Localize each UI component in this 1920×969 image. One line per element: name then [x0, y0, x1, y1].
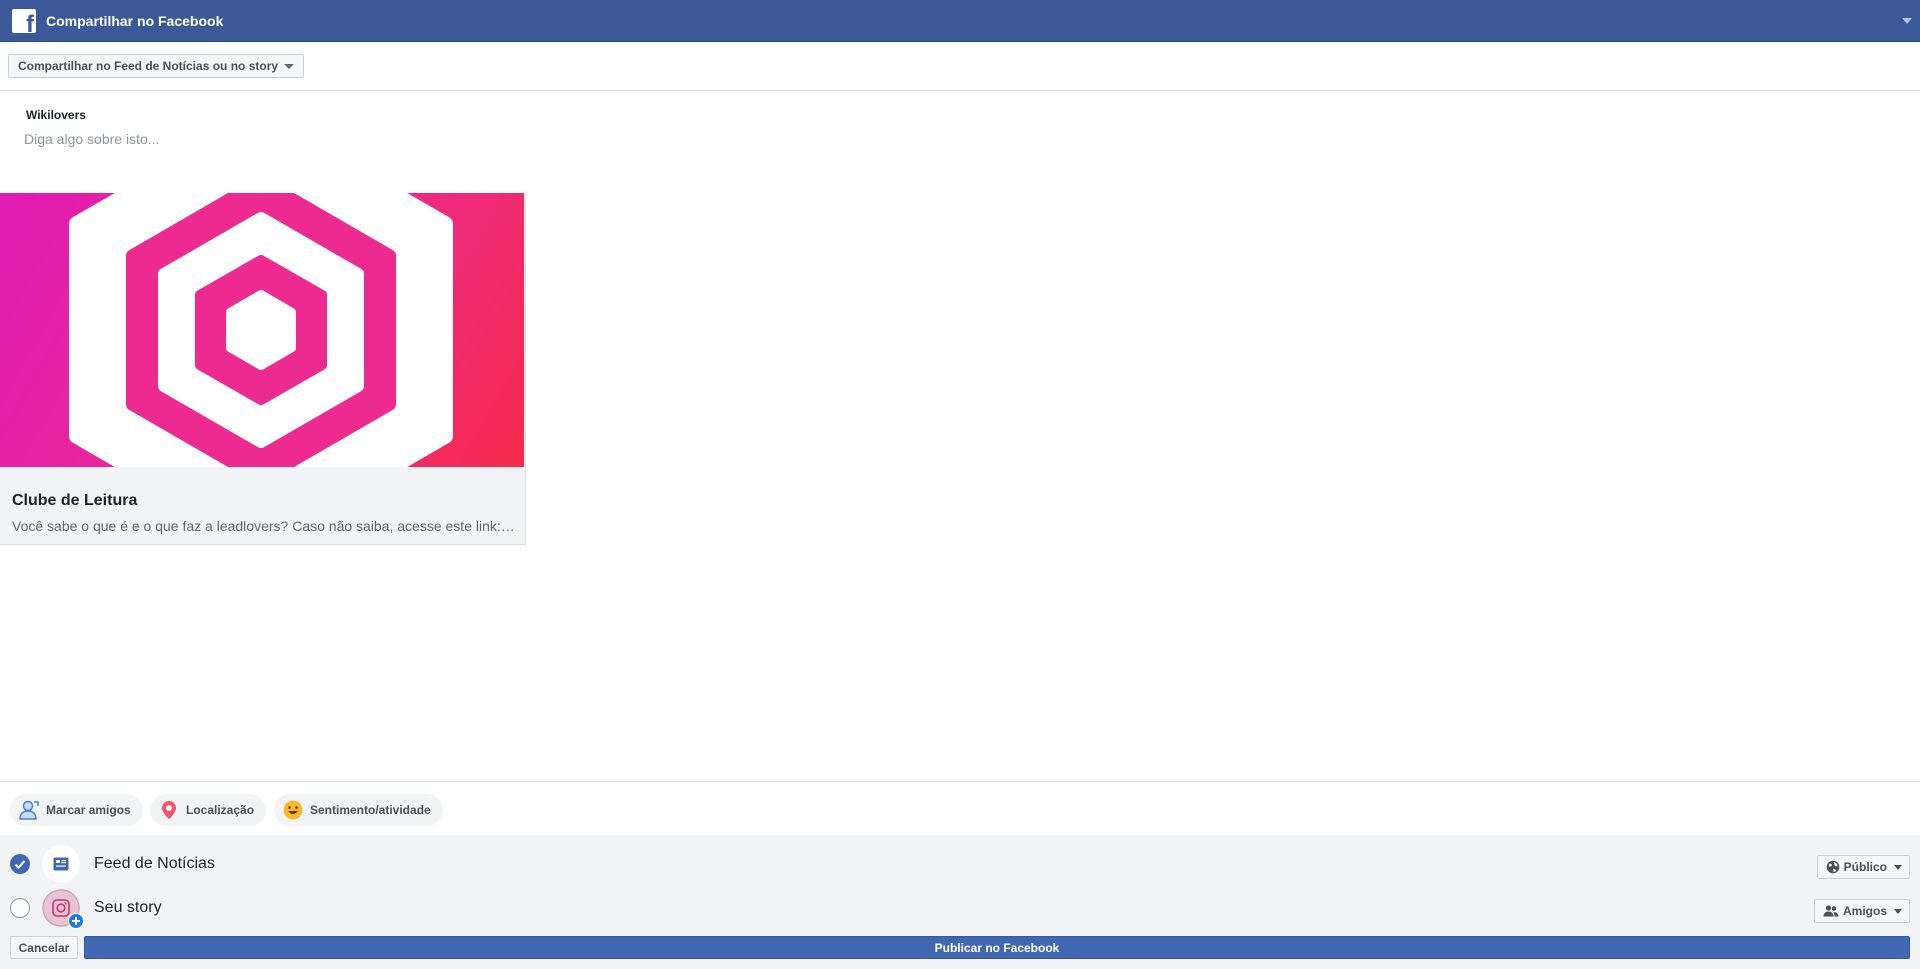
smiley-icon [282, 799, 304, 821]
dialog-title: Compartilhar no Facebook [46, 12, 224, 29]
share-target-dropdown[interactable]: Compartilhar no Feed de Notícias ou no s… [8, 54, 304, 78]
caret-down-icon[interactable] [1902, 18, 1912, 24]
globe-icon [1826, 860, 1840, 874]
publish-button[interactable]: Publicar no Facebook [84, 936, 1910, 959]
destination-story: Seu story Amigos [0, 887, 1920, 929]
chevron-down-icon [284, 64, 294, 69]
share-target-row: Compartilhar no Feed de Notícias ou no s… [0, 42, 1920, 91]
leadlovers-hexagon-logo [69, 193, 453, 467]
news-feed-audience-dropdown[interactable]: Público [1816, 855, 1910, 879]
link-preview-card[interactable]: Clube de Leitura Você sabe o que é e o q… [0, 193, 526, 545]
story-audience-dropdown[interactable]: Amigos [1813, 899, 1910, 923]
story-label: Seu story [94, 899, 162, 916]
link-preview-title: Clube de Leitura [12, 492, 138, 509]
add-icon [68, 913, 84, 929]
location-label: Localização [186, 803, 255, 817]
news-feed-audience-label: Público [1843, 860, 1887, 874]
composer-input[interactable] [24, 131, 624, 147]
tag-friends-icon [18, 799, 40, 821]
tag-friends-button[interactable]: Marcar amigos [10, 794, 143, 826]
link-preview-image [0, 193, 524, 467]
story-checkbox[interactable] [10, 898, 30, 918]
destination-news-feed: Feed de Notícias Público [0, 843, 1920, 885]
author-name: Wikilovers [26, 108, 86, 122]
facebook-f-icon: f [12, 8, 36, 33]
feeling-activity-label: Sentimento/atividade [310, 803, 431, 817]
news-feed-icon [42, 845, 80, 883]
location-pin-icon [158, 799, 180, 821]
tag-friends-label: Marcar amigos [46, 803, 131, 817]
news-feed-label: Feed de Notícias [94, 855, 215, 872]
location-button[interactable]: Localização [150, 794, 267, 826]
cancel-button[interactable]: Cancelar [10, 936, 78, 959]
story-camera-icon [42, 889, 84, 929]
chevron-down-icon [1894, 909, 1902, 914]
composer-actions: Marcar amigos Localização Sentimento/ati… [0, 781, 1920, 835]
checkmark-icon [14, 860, 26, 869]
friends-icon [1823, 904, 1839, 918]
story-audience-label: Amigos [1842, 904, 1887, 918]
chevron-down-icon [1894, 865, 1902, 870]
feeling-activity-button[interactable]: Sentimento/atividade [274, 794, 443, 826]
dialog-header: f Compartilhar no Facebook [0, 0, 1920, 42]
news-feed-checkbox[interactable] [10, 854, 30, 874]
share-target-selected: Compartilhar no Feed de Notícias ou no s… [18, 59, 279, 73]
link-preview-description: Você sabe o que é e o que faz a leadlove… [12, 518, 517, 534]
